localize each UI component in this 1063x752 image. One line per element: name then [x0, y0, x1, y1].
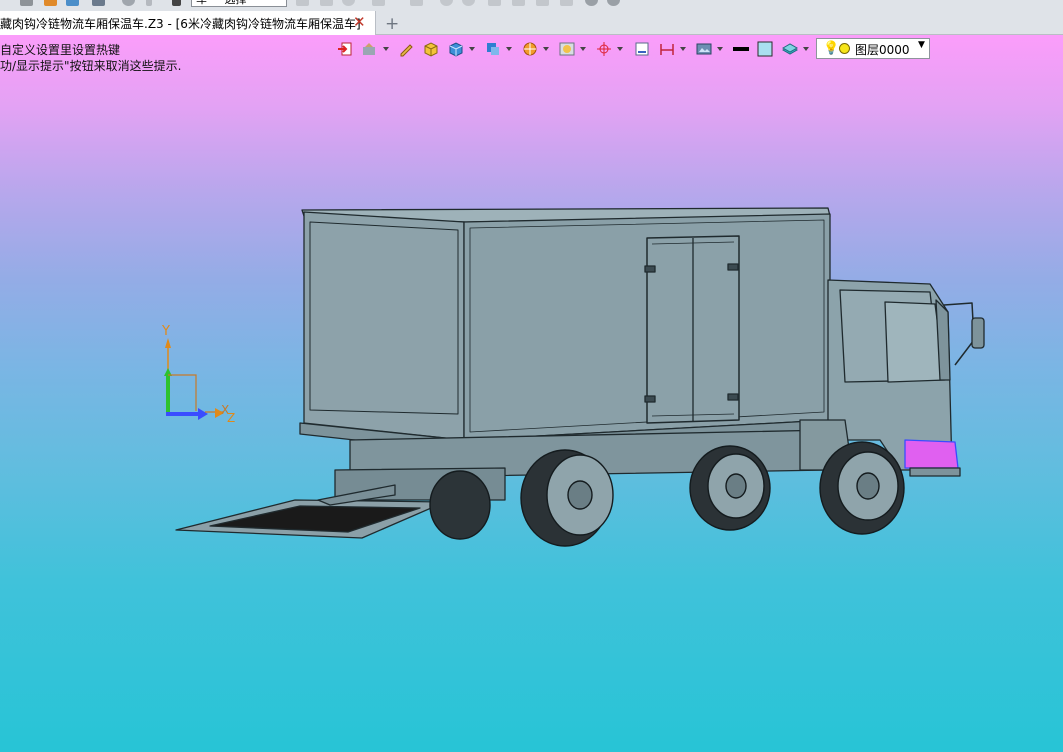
truck-model[interactable] — [160, 190, 1000, 552]
display-filter-dropdown-icon[interactable] — [543, 47, 549, 51]
render-mode-icon[interactable] — [362, 41, 378, 57]
selection-combo-value: 选择 — [225, 0, 247, 6]
section-view-dropdown-icon[interactable] — [580, 47, 586, 51]
chevron-down-icon[interactable]: ▼ — [918, 40, 925, 50]
document-tab[interactable]: 藏肉钩冷链物流车厢保温车.Z3 - [6米冷藏肉钩冷链物流车厢保温车] ✕ — [0, 11, 376, 35]
help-icon[interactable] — [607, 0, 620, 6]
close-tab-icon[interactable]: ✕ — [353, 13, 366, 31]
door-hinge — [644, 265, 656, 273]
selection-filter-combo[interactable]: 车 选择 — [191, 0, 287, 7]
side-mirror — [971, 317, 985, 349]
door-hinge — [727, 393, 739, 401]
new-tab-icon[interactable]: + — [385, 14, 399, 34]
layer-style-dropdown-icon[interactable] — [803, 47, 809, 51]
cab-window — [884, 301, 946, 383]
layer-selector[interactable]: 💡 图层0000 ▼ — [816, 38, 930, 59]
shaded-cube-icon[interactable] — [423, 41, 439, 57]
history-icon[interactable] — [122, 0, 135, 6]
open-file-icon[interactable] — [66, 0, 79, 6]
view-orientation-icon[interactable] — [485, 41, 501, 57]
rear-hub — [567, 480, 593, 510]
dimension-dropdown-icon[interactable] — [680, 47, 686, 51]
front-step — [909, 467, 961, 477]
screen-capture-dropdown-icon[interactable] — [717, 47, 723, 51]
front-hub — [856, 472, 880, 500]
pencil-icon[interactable] — [398, 41, 414, 57]
layer-name: 图层0000 — [855, 43, 910, 57]
circle2-icon[interactable] — [462, 0, 475, 6]
door-hinge — [727, 263, 739, 271]
new-file-icon[interactable] — [44, 0, 57, 6]
view-orientation-dropdown-icon[interactable] — [506, 47, 512, 51]
document-tab-bar: 藏肉钩冷链物流车厢保温车.Z3 - [6米冷藏肉钩冷链物流车厢保温车] ✕ + — [0, 9, 1063, 35]
frame-icon[interactable] — [634, 41, 650, 57]
layer-style-icon[interactable] — [782, 41, 798, 57]
offset-icon[interactable] — [560, 0, 573, 6]
spline-icon[interactable] — [488, 0, 501, 6]
circle-icon[interactable] — [440, 0, 453, 6]
crosshair-icon[interactable] — [596, 41, 612, 57]
screen-capture-icon[interactable] — [696, 41, 712, 57]
redo-icon[interactable] — [296, 0, 309, 6]
display-filter-icon[interactable] — [522, 41, 538, 57]
front-bumper — [904, 439, 959, 469]
arc-icon[interactable] — [410, 0, 423, 6]
menu-icon[interactable] — [20, 0, 33, 6]
line-icon[interactable] — [372, 0, 385, 6]
face-color-icon[interactable] — [757, 41, 773, 57]
document-tab-label: 藏肉钩冷链物流车厢保温车.Z3 - [6米冷藏肉钩冷链物流车厢保温车] — [0, 17, 361, 31]
box-rear-door — [303, 211, 465, 441]
layer-color-icon — [839, 43, 850, 54]
dimension-icon[interactable] — [659, 41, 675, 57]
filter-icon[interactable] — [172, 0, 181, 6]
extend-icon[interactable] — [536, 0, 549, 6]
settings-icon[interactable] — [585, 0, 598, 6]
trim-icon[interactable] — [512, 0, 525, 6]
middle-hub — [725, 473, 747, 499]
cube-view-icon[interactable] — [448, 41, 464, 57]
quick-access-toolbar: 车 选择 — [0, 0, 1063, 9]
save-icon[interactable] — [92, 0, 105, 6]
lightbulb-icon[interactable]: 💡 — [823, 41, 839, 56]
crosshair-dropdown-icon[interactable] — [617, 47, 623, 51]
cube-view-dropdown-icon[interactable] — [469, 47, 475, 51]
selection-combo-prefix: 车 — [196, 0, 207, 6]
exit-view-icon[interactable] — [337, 41, 353, 57]
pointer-icon[interactable] — [320, 0, 333, 6]
pin-icon[interactable] — [146, 0, 152, 6]
spare-wheel — [429, 470, 491, 540]
render-mode-dropdown-icon[interactable] — [383, 47, 389, 51]
line-color-icon[interactable] — [733, 41, 749, 57]
section-view-icon[interactable] — [559, 41, 575, 57]
rotate-icon[interactable] — [342, 0, 355, 6]
door-hinge — [644, 395, 656, 403]
